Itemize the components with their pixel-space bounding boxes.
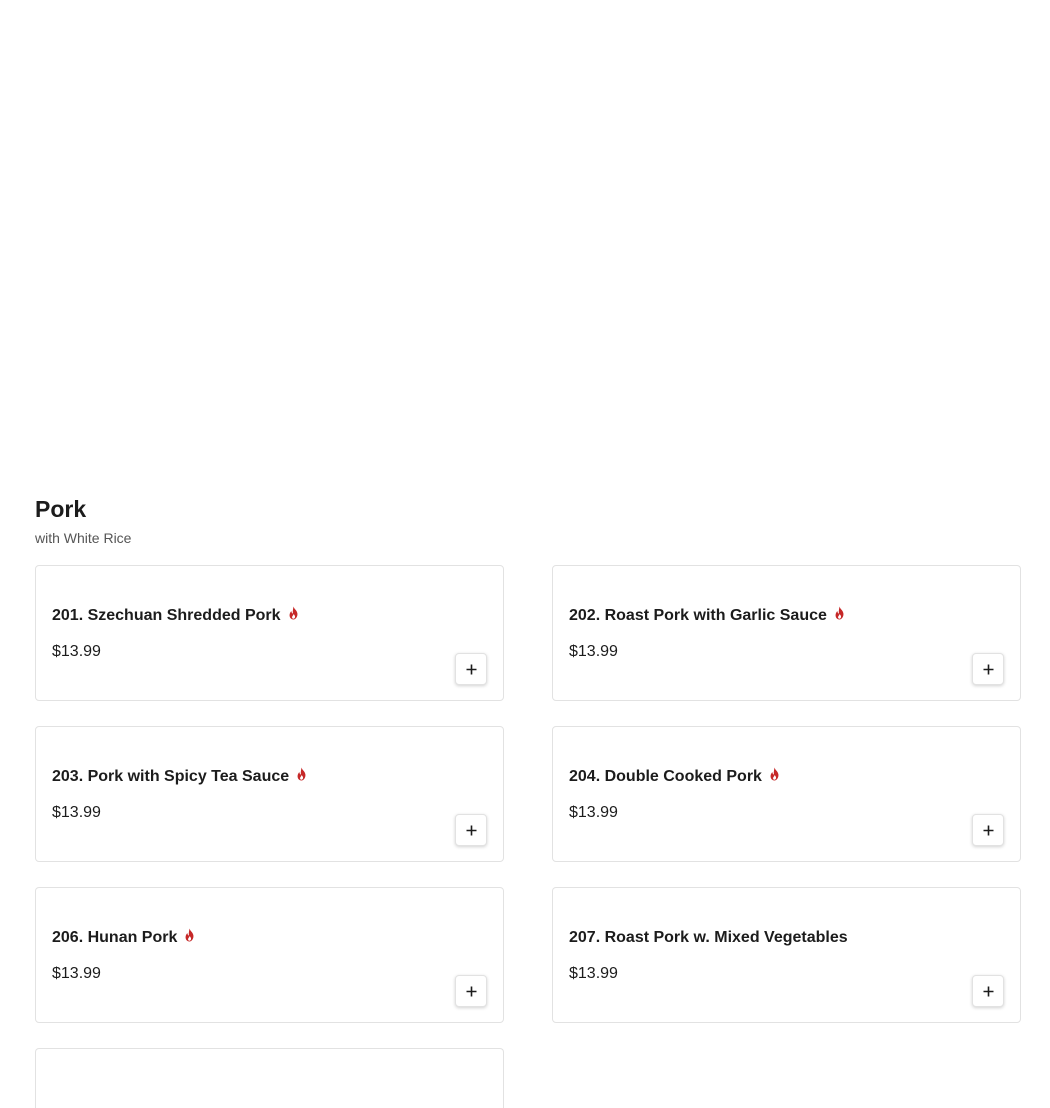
menu-item-name: 206. Hunan Pork xyxy=(52,929,178,946)
menu-item-card[interactable]: 206. Hunan Pork $13.99 xyxy=(35,887,504,1023)
menu-item-card[interactable]: 202. Roast Pork with Garlic Sauce $13.99 xyxy=(552,565,1021,701)
menu-section: Pork with White Rice xyxy=(35,494,1021,547)
menu-item-price: $13.99 xyxy=(52,643,101,660)
plus-icon xyxy=(983,986,993,996)
plus-icon xyxy=(466,825,476,835)
menu-item-card[interactable]: 207. Roast Pork w. Mixed Vegetables $13.… xyxy=(552,887,1021,1023)
add-to-cart-button[interactable] xyxy=(972,975,1004,1007)
menu-item-card[interactable]: 203. Pork with Spicy Tea Sauce $13.99 xyxy=(35,726,504,862)
menu-item-name-row: 202. Roast Pork with Garlic Sauce xyxy=(569,606,846,626)
menu-item-name: 207. Roast Pork w. Mixed Vegetables xyxy=(569,929,848,946)
flame-icon xyxy=(770,767,779,781)
flame-icon xyxy=(289,606,297,620)
menu-item-name: 203. Pork with Spicy Tea Sauce xyxy=(52,768,290,785)
menu-item-price: $13.99 xyxy=(52,965,101,982)
menu-item-price: $13.99 xyxy=(569,965,618,982)
menu-item-name-row: 203. Pork with Spicy Tea Sauce xyxy=(52,767,308,787)
add-to-cart-button[interactable] xyxy=(972,653,1004,685)
flame-icon xyxy=(835,606,844,620)
add-to-cart-button[interactable] xyxy=(455,814,487,846)
plus-icon xyxy=(983,825,993,835)
menu-item-name: 201. Szechuan Shredded Pork xyxy=(52,607,281,624)
flame-icon xyxy=(185,928,194,942)
menu-item-price: $13.99 xyxy=(52,804,101,821)
menu-item-name: 202. Roast Pork with Garlic Sauce xyxy=(569,607,827,624)
plus-icon xyxy=(466,986,476,996)
add-to-cart-button[interactable] xyxy=(455,653,487,685)
menu-item-card-partial[interactable] xyxy=(35,1048,504,1108)
menu-item-price: $13.99 xyxy=(569,804,618,821)
plus-icon xyxy=(466,664,476,674)
section-title: Pork xyxy=(35,496,87,522)
menu-item-card[interactable]: 201. Szechuan Shredded Pork $13.99 xyxy=(35,565,504,701)
add-to-cart-button[interactable] xyxy=(972,814,1004,846)
menu-item-name-row: 201. Szechuan Shredded Pork xyxy=(52,606,300,626)
section-subtitle: with White Rice xyxy=(35,530,132,546)
menu-item-card[interactable]: 204. Double Cooked Pork $13.99 xyxy=(552,726,1021,862)
add-to-cart-button[interactable] xyxy=(455,975,487,1007)
menu-item-price: $13.99 xyxy=(569,643,618,660)
menu-item-name-row: 207. Roast Pork w. Mixed Vegetables xyxy=(569,928,848,948)
menu-item-name: 204. Double Cooked Pork xyxy=(569,768,762,785)
menu-items-grid: 201. Szechuan Shredded Pork $13.99 202. … xyxy=(35,565,1021,1108)
flame-icon xyxy=(297,767,306,781)
plus-icon xyxy=(983,664,993,674)
menu-item-name-row: 206. Hunan Pork xyxy=(52,928,196,948)
menu-item-name-row: 204. Double Cooked Pork xyxy=(569,767,781,787)
